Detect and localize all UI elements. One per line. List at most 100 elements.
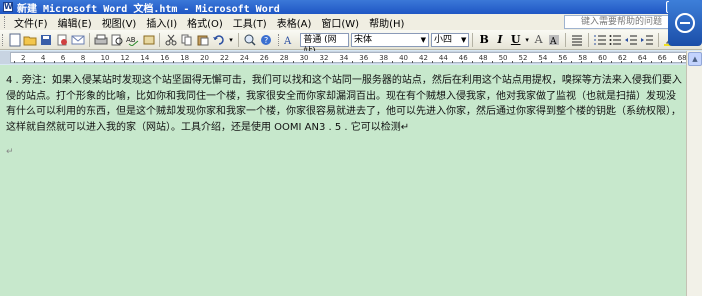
undo-icon[interactable]	[212, 32, 226, 48]
char-border-button[interactable]: A	[532, 32, 546, 48]
horizontal-ruler[interactable]: 2 4 6 8 10 12 14 16 18 20 22 24 26 28 30 32 34 36 38 40 42 44…	[0, 51, 702, 64]
open-folder-icon[interactable]	[23, 32, 37, 48]
align-justify-icon[interactable]	[570, 32, 584, 48]
print-preview-icon[interactable]	[110, 32, 124, 48]
save-icon[interactable]	[39, 32, 53, 48]
toolbar-grip-icon[interactable]	[277, 33, 281, 46]
ruler-tick	[501, 61, 503, 63]
ruler-tick	[412, 61, 414, 63]
italic-button[interactable]: I	[493, 32, 507, 48]
ruler-tick	[133, 61, 135, 63]
title-bar: W 新建 Microsoft Word 文档.htm - Microsoft W…	[0, 0, 702, 15]
char-shading-icon[interactable]: A	[547, 32, 561, 48]
email-icon[interactable]	[71, 32, 85, 48]
menu-insert[interactable]: 插入(I)	[141, 15, 182, 30]
zoom-icon[interactable]	[243, 32, 257, 48]
ruler-tick	[491, 61, 493, 63]
ruler-number: 36	[359, 54, 369, 62]
ruler-tick	[322, 61, 324, 63]
ruler-tick	[242, 61, 244, 63]
scroll-up-button[interactable]: ▲	[688, 52, 702, 66]
ruler-tick	[223, 61, 224, 63]
vertical-scrollbar[interactable]: ▲	[686, 51, 702, 296]
ruler-tick	[431, 61, 433, 63]
underline-button[interactable]: U	[509, 32, 523, 48]
menu-help[interactable]: 帮助(H)	[364, 15, 409, 30]
window-title: 新建 Microsoft Word 文档.htm - Microsoft Wor…	[17, 3, 280, 15]
ruler-tick	[342, 61, 344, 63]
menu-format[interactable]: 格式(O)	[182, 15, 228, 30]
ruler-number: 24	[239, 54, 249, 62]
ruler-number: 22	[220, 54, 229, 62]
office-logo-icon	[668, 0, 702, 46]
undo-dropdown-icon[interactable]: ▾	[228, 32, 235, 48]
menu-table[interactable]: 表格(A)	[272, 15, 317, 30]
ruler-tick	[451, 61, 453, 63]
ruler-number: 64	[637, 54, 647, 62]
ruler-tick	[601, 61, 603, 63]
ruler-number: 52	[518, 54, 528, 62]
toolbar-grip-icon[interactable]	[2, 33, 5, 46]
menu-window[interactable]: 窗口(W)	[316, 15, 364, 30]
svg-text:AB: AB	[126, 36, 136, 44]
help-icon[interactable]: ?	[259, 32, 273, 48]
word-app-icon[interactable]: W	[3, 2, 13, 12]
underline-dropdown-icon[interactable]: ▾	[525, 32, 530, 48]
new-document-icon[interactable]	[8, 32, 22, 48]
ruler-tick	[621, 61, 622, 63]
standard-toolbar: AB ▾ ? A 普通 (网站) 宋体 ▼ 小四 ▼ B I U ▾ A A	[0, 30, 702, 57]
font-dropdown[interactable]: 宋体 ▼	[351, 32, 429, 47]
ruler-tick	[402, 61, 404, 63]
svg-text:A: A	[284, 36, 292, 46]
ruler-tick	[511, 61, 513, 63]
ruler-tick	[43, 61, 45, 63]
ruler-tick	[203, 61, 205, 63]
font-size-dropdown[interactable]: 小四 ▼	[431, 32, 470, 47]
menu-bar: 文件(F) 编辑(E) 视图(V) 插入(I) 格式(O) 工具(T) 表格(A…	[0, 14, 702, 30]
ruler-tick	[481, 61, 483, 63]
ruler-number: 62	[618, 54, 627, 62]
ruler-tick	[660, 61, 662, 63]
spelling-icon[interactable]: AB	[126, 32, 140, 48]
document-body-text[interactable]: 4 . 旁注：如果入侵某站时发现这个站坚固得无懈可击，我们可以找和这个站同一服务…	[6, 73, 684, 135]
document-area[interactable]: 4 . 旁注：如果入侵某站时发现这个站坚固得无懈可击，我们可以找和这个站同一服务…	[0, 65, 686, 296]
chevron-down-icon: ▼	[461, 35, 467, 44]
ruler-number: 46	[458, 54, 468, 62]
paragraph-mark: ↵	[6, 147, 14, 157]
ruler-tick	[571, 61, 573, 63]
toolbar-separator	[657, 32, 659, 47]
svg-text:A: A	[549, 37, 557, 46]
menu-file[interactable]: 文件(F)	[9, 15, 53, 30]
ruler-tick	[302, 61, 304, 63]
increase-indent-icon[interactable]	[640, 32, 654, 48]
ruler-tick	[650, 61, 652, 63]
ruler-tick	[63, 61, 65, 63]
bullets-icon[interactable]	[609, 32, 623, 48]
ruler-tick	[630, 61, 632, 63]
menu-view[interactable]: 视图(V)	[97, 15, 142, 30]
cut-icon[interactable]	[164, 32, 178, 48]
ruler-tick	[272, 61, 274, 63]
ruler-tick	[392, 61, 394, 63]
style-dropdown[interactable]: 普通 (网站)	[300, 32, 350, 57]
numbering-icon[interactable]	[593, 32, 607, 48]
ruler-number: 34	[339, 54, 349, 62]
print-icon[interactable]	[94, 32, 108, 48]
ruler-tick	[292, 61, 294, 63]
menu-tools[interactable]: 工具(T)	[228, 15, 272, 30]
paste-icon[interactable]	[196, 32, 210, 48]
copy-icon[interactable]	[180, 32, 194, 48]
font-size-value: 小四	[434, 34, 453, 45]
styles-pane-icon[interactable]: A	[284, 32, 298, 48]
toolbar-grip-icon[interactable]	[4, 16, 7, 28]
ruler-number: 40	[399, 54, 409, 62]
toolbar-separator	[238, 32, 240, 47]
bold-button[interactable]: B	[477, 32, 491, 48]
ruler-tick	[422, 61, 423, 63]
decrease-indent-icon[interactable]	[624, 32, 638, 48]
ruler-tick	[461, 61, 463, 63]
research-icon[interactable]	[142, 32, 156, 48]
permission-icon[interactable]	[55, 32, 69, 48]
ruler-tick	[680, 61, 682, 63]
menu-edit[interactable]: 编辑(E)	[53, 15, 97, 30]
